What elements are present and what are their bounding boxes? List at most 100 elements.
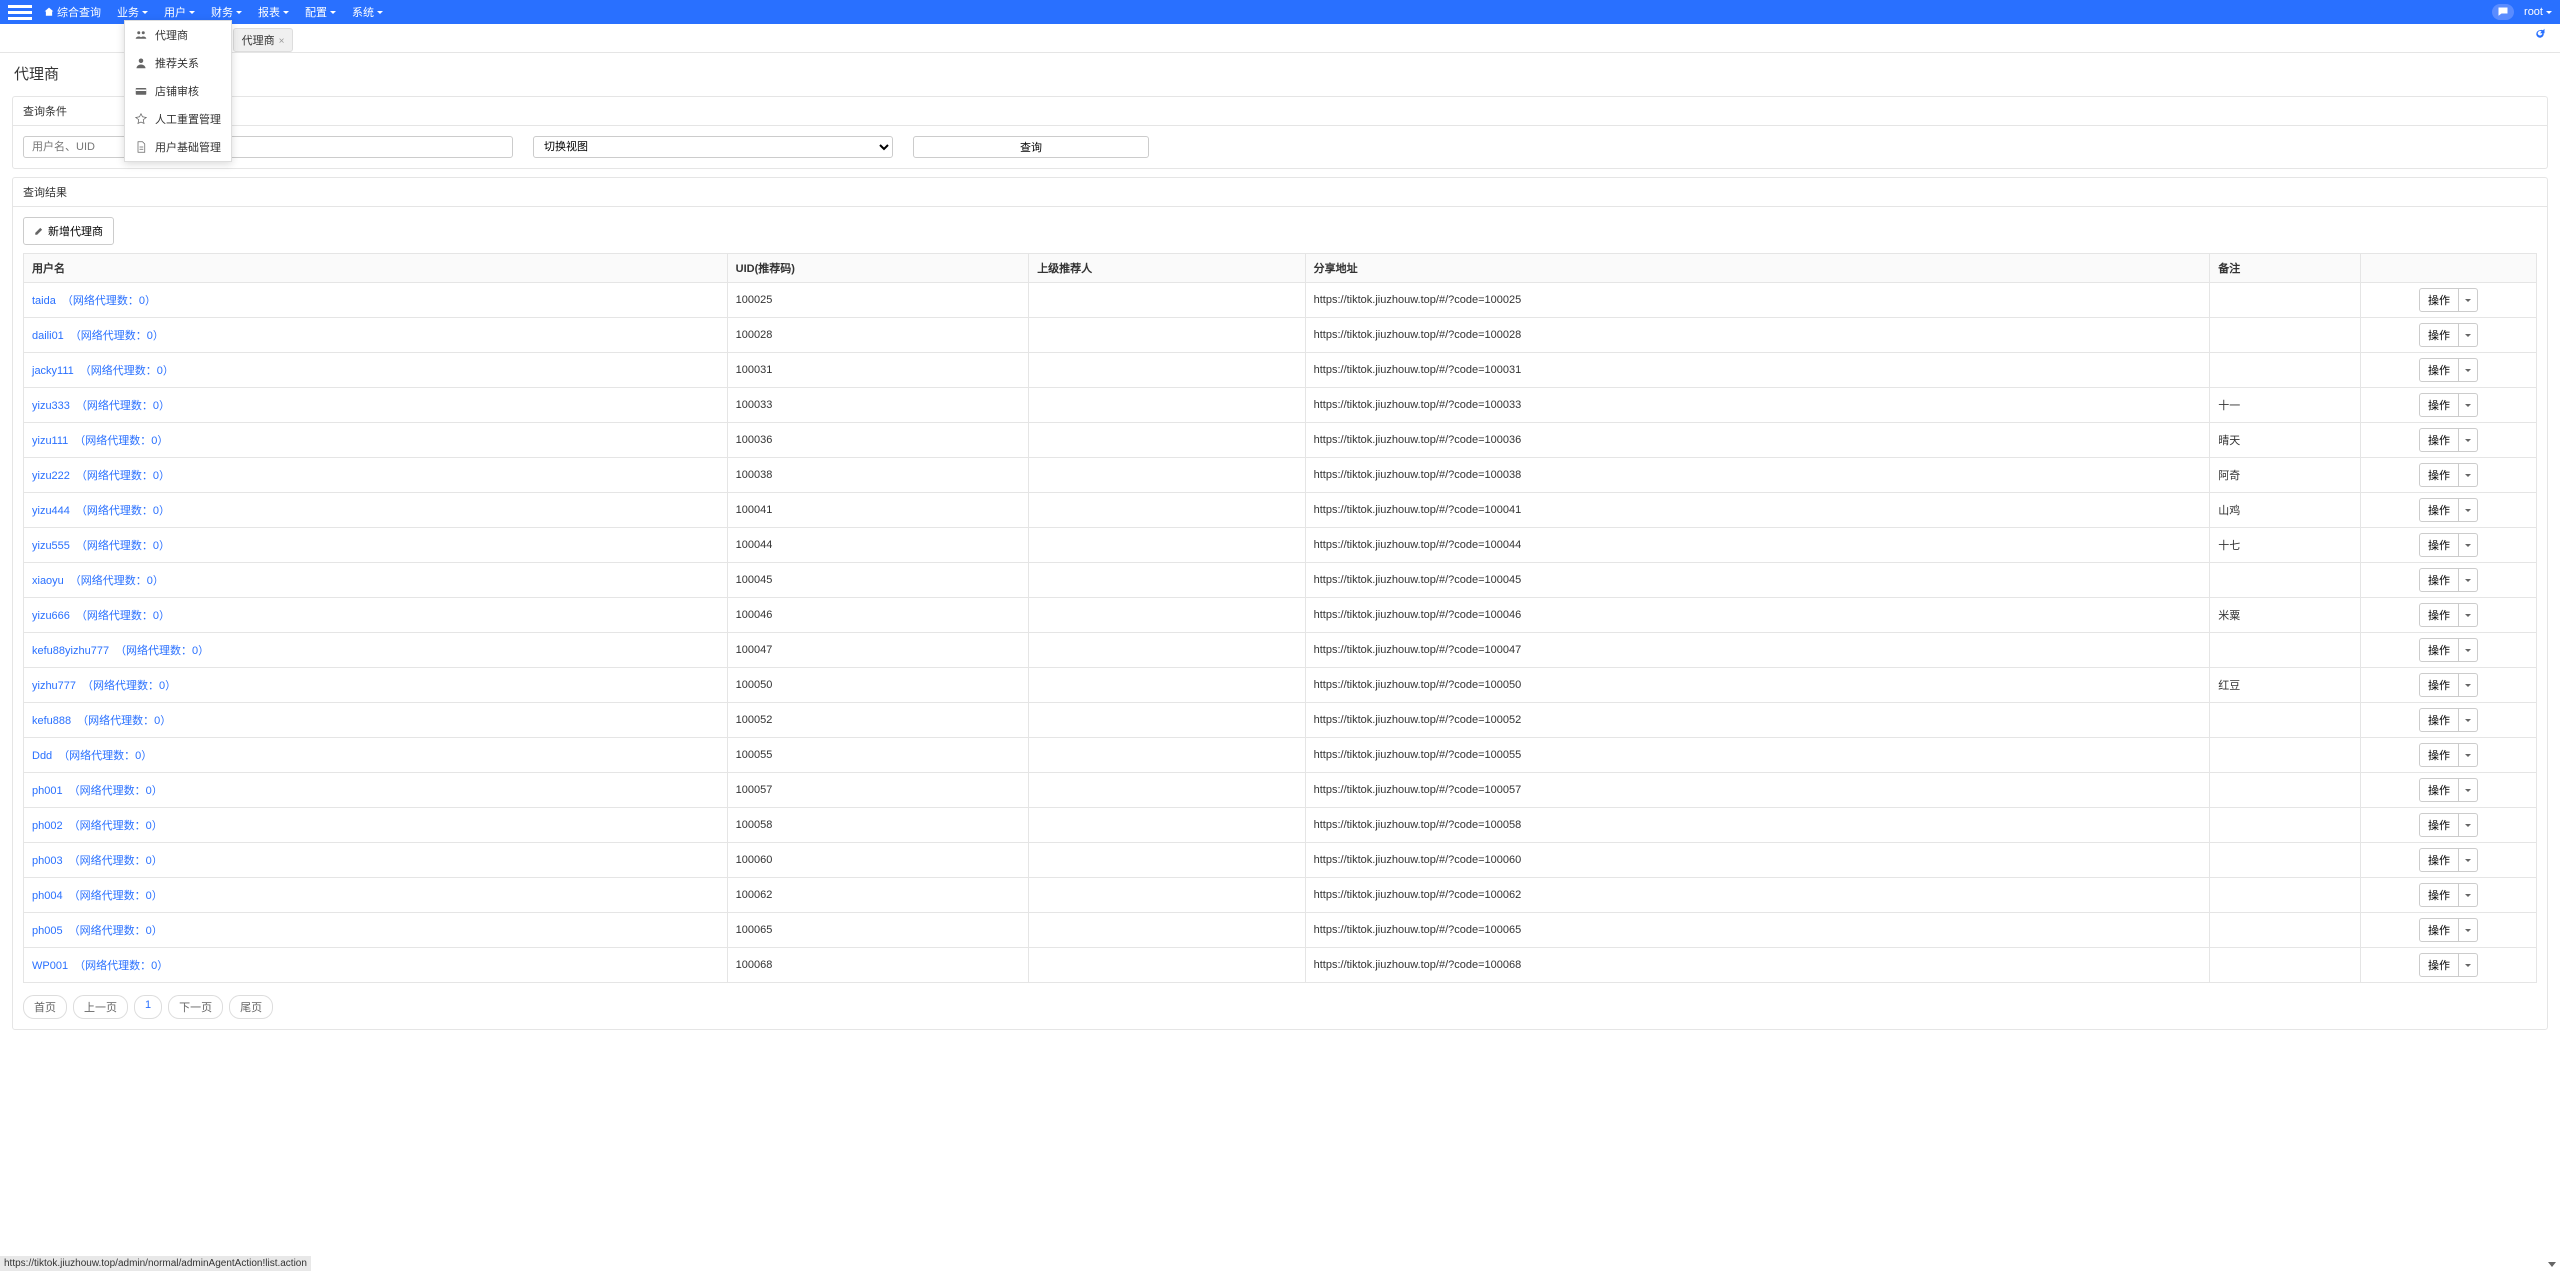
action-dropdown-button[interactable] bbox=[2459, 918, 2478, 942]
page-first[interactable]: 首页 bbox=[23, 995, 67, 1019]
net-count[interactable]: （网络代理数：0） bbox=[74, 960, 168, 972]
user-link[interactable]: yizu555 bbox=[32, 540, 70, 552]
nav-report[interactable]: 报表 bbox=[258, 4, 289, 20]
user-link[interactable]: ph005 bbox=[32, 925, 63, 937]
action-dropdown-button[interactable] bbox=[2459, 953, 2478, 977]
user-link[interactable]: daili01 bbox=[32, 330, 64, 342]
user-link[interactable]: jacky111 bbox=[32, 365, 74, 377]
net-count[interactable]: （网络代理数：0） bbox=[69, 855, 163, 867]
action-dropdown-button[interactable] bbox=[2459, 498, 2478, 522]
nav-config[interactable]: 配置 bbox=[305, 4, 336, 20]
action-button[interactable]: 操作 bbox=[2419, 743, 2459, 767]
action-button[interactable]: 操作 bbox=[2419, 883, 2459, 907]
net-count[interactable]: （网络代理数：0） bbox=[70, 575, 164, 587]
net-count[interactable]: （网络代理数：0） bbox=[76, 540, 170, 552]
dropdown-item[interactable]: 店铺审核 bbox=[125, 77, 231, 105]
action-button[interactable]: 操作 bbox=[2419, 568, 2459, 592]
view-select[interactable]: 切换视图 bbox=[533, 136, 893, 158]
user-link[interactable]: yizu333 bbox=[32, 400, 70, 412]
action-dropdown-button[interactable] bbox=[2459, 533, 2478, 557]
dropdown-item[interactable]: 代理商 bbox=[125, 21, 231, 49]
action-button[interactable]: 操作 bbox=[2419, 533, 2459, 557]
action-button[interactable]: 操作 bbox=[2419, 778, 2459, 802]
chat-icon[interactable] bbox=[2492, 4, 2514, 20]
action-dropdown-button[interactable] bbox=[2459, 813, 2478, 837]
query-button[interactable]: 查询 bbox=[913, 136, 1149, 158]
net-count[interactable]: （网络代理数：0） bbox=[76, 610, 170, 622]
user-link[interactable]: ph003 bbox=[32, 855, 63, 867]
action-dropdown-button[interactable] bbox=[2459, 323, 2478, 347]
action-button[interactable]: 操作 bbox=[2419, 673, 2459, 697]
action-dropdown-button[interactable] bbox=[2459, 358, 2478, 382]
net-count[interactable]: （网络代理数：0） bbox=[80, 365, 174, 377]
user-link[interactable]: xiaoyu bbox=[32, 575, 64, 587]
action-button[interactable]: 操作 bbox=[2419, 428, 2459, 452]
action-button[interactable]: 操作 bbox=[2419, 708, 2459, 732]
user-link[interactable]: ph002 bbox=[32, 820, 63, 832]
current-user[interactable]: root bbox=[2524, 6, 2552, 18]
net-count[interactable]: （网络代理数：0） bbox=[115, 645, 209, 657]
action-dropdown-button[interactable] bbox=[2459, 428, 2478, 452]
page-last[interactable]: 尾页 bbox=[229, 995, 273, 1019]
page-next[interactable]: 下一页 bbox=[168, 995, 223, 1019]
nav-home[interactable]: 综合查询 bbox=[44, 4, 101, 20]
action-dropdown-button[interactable] bbox=[2459, 463, 2478, 487]
nav-user[interactable]: 用户 bbox=[164, 4, 195, 20]
action-dropdown-button[interactable] bbox=[2459, 638, 2478, 662]
scroll-down-icon[interactable] bbox=[2548, 1262, 2556, 1267]
action-button[interactable]: 操作 bbox=[2419, 393, 2459, 417]
action-button[interactable]: 操作 bbox=[2419, 288, 2459, 312]
net-count[interactable]: （网络代理数：0） bbox=[82, 680, 176, 692]
search-input[interactable] bbox=[23, 136, 513, 158]
user-link[interactable]: yizu666 bbox=[32, 610, 70, 622]
net-count[interactable]: （网络代理数：0） bbox=[69, 785, 163, 797]
action-dropdown-button[interactable] bbox=[2459, 288, 2478, 312]
net-count[interactable]: （网络代理数：0） bbox=[69, 890, 163, 902]
net-count[interactable]: （网络代理数：0） bbox=[69, 925, 163, 937]
action-dropdown-button[interactable] bbox=[2459, 848, 2478, 872]
net-count[interactable]: （网络代理数：0） bbox=[58, 750, 152, 762]
dropdown-item[interactable]: 人工重置管理 bbox=[125, 105, 231, 133]
user-link[interactable]: ph001 bbox=[32, 785, 63, 797]
add-agent-button[interactable]: 新增代理商 bbox=[23, 217, 114, 245]
net-count[interactable]: （网络代理数：0） bbox=[76, 505, 170, 517]
refresh-icon[interactable] bbox=[2534, 28, 2546, 43]
action-button[interactable]: 操作 bbox=[2419, 813, 2459, 837]
net-count[interactable]: （网络代理数：0） bbox=[77, 715, 171, 727]
page-prev[interactable]: 上一页 bbox=[73, 995, 128, 1019]
user-link[interactable]: kefu88yizhu777 bbox=[32, 645, 109, 657]
net-count[interactable]: （网络代理数：0） bbox=[70, 330, 164, 342]
action-button[interactable]: 操作 bbox=[2419, 498, 2459, 522]
user-link[interactable]: yizu111 bbox=[32, 435, 68, 447]
action-button[interactable]: 操作 bbox=[2419, 463, 2459, 487]
dropdown-item[interactable]: 用户基础管理 bbox=[125, 133, 231, 161]
action-dropdown-button[interactable] bbox=[2459, 708, 2478, 732]
user-link[interactable]: kefu888 bbox=[32, 715, 71, 727]
user-link[interactable]: WP001 bbox=[32, 960, 68, 972]
action-button[interactable]: 操作 bbox=[2419, 918, 2459, 942]
net-count[interactable]: （网络代理数：0） bbox=[76, 470, 170, 482]
action-button[interactable]: 操作 bbox=[2419, 358, 2459, 382]
action-dropdown-button[interactable] bbox=[2459, 883, 2478, 907]
nav-finance[interactable]: 财务 bbox=[211, 4, 242, 20]
user-link[interactable]: yizhu777 bbox=[32, 680, 76, 692]
action-button[interactable]: 操作 bbox=[2419, 848, 2459, 872]
user-link[interactable]: taida bbox=[32, 295, 56, 307]
page-current[interactable]: 1 bbox=[134, 995, 162, 1019]
dropdown-item[interactable]: 推荐关系 bbox=[125, 49, 231, 77]
user-link[interactable]: ph004 bbox=[32, 890, 63, 902]
tab-agent-active[interactable]: 代理商× bbox=[233, 28, 294, 52]
nav-business[interactable]: 业务 bbox=[117, 4, 148, 20]
action-button[interactable]: 操作 bbox=[2419, 953, 2459, 977]
action-dropdown-button[interactable] bbox=[2459, 603, 2478, 627]
hamburger-icon[interactable] bbox=[8, 0, 32, 24]
tab-close-icon[interactable]: × bbox=[279, 36, 285, 47]
action-button[interactable]: 操作 bbox=[2419, 323, 2459, 347]
user-link[interactable]: yizu222 bbox=[32, 470, 70, 482]
action-dropdown-button[interactable] bbox=[2459, 743, 2478, 767]
net-count[interactable]: （网络代理数：0） bbox=[74, 435, 168, 447]
action-button[interactable]: 操作 bbox=[2419, 638, 2459, 662]
net-count[interactable]: （网络代理数：0） bbox=[76, 400, 170, 412]
net-count[interactable]: （网络代理数：0） bbox=[69, 820, 163, 832]
action-dropdown-button[interactable] bbox=[2459, 393, 2478, 417]
